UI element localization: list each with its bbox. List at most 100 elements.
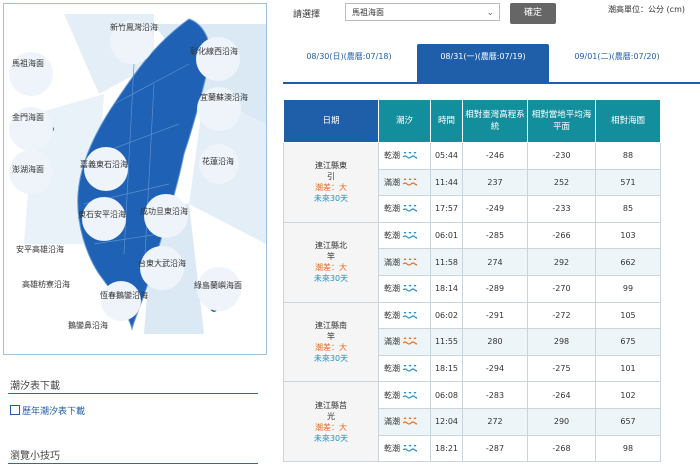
map-region-penghu[interactable]: 澎湖海面 <box>12 164 44 176</box>
map-region-pingtung[interactable]: 高雄枋寮沿海 <box>22 279 70 291</box>
chart-datum-height: 88 <box>595 142 661 170</box>
tide-table-body: 連江縣東引 潮差：大 未來30天 乾潮 05:44 -246 -230 88 滿潮 11:44 23… <box>283 142 661 463</box>
history-download-link[interactable]: 歷年潮汐表下載 <box>10 404 85 417</box>
map-region-changhua[interactable]: 彰化線西沿海 <box>190 46 238 58</box>
tab-day-2[interactable]: 08/31(一)(農曆:07/19) <box>417 44 549 82</box>
local-msl-height: -264 <box>527 381 596 409</box>
map-region-hsinchu[interactable]: 新竹鳳灣沿海 <box>110 22 158 34</box>
local-msl-height: 298 <box>527 328 596 356</box>
tide-type-label: 乾潮 <box>384 231 400 241</box>
chart-datum-height: 99 <box>595 274 661 303</box>
left-panel: 新竹鳳灣沿海 彰化線西沿海 馬祖海面 金門海面 澎湖海面 宜蘭蘇澳沿海 花蓮沿海… <box>0 0 270 466</box>
map-region-kaohsiung[interactable]: 安平高雄沿海 <box>16 244 64 256</box>
map-region-taitung-north[interactable]: 成功旦東沿海 <box>140 206 188 218</box>
map-region-kinmen[interactable]: 金門海面 <box>12 112 44 124</box>
region-select-value: 馬祖海面 <box>352 8 384 17</box>
table-row: 連江縣莒光 潮差：大 未來30天 乾潮 06:08 -283 -264 102 <box>283 381 661 463</box>
high-tide-icon <box>403 417 417 425</box>
local-msl-height: -233 <box>527 195 596 223</box>
local-msl-height: 290 <box>527 407 596 436</box>
station-name[interactable]: 連江縣東引 <box>284 160 378 182</box>
station-name[interactable]: 連江縣北竿 <box>284 240 378 262</box>
twvd-height: -283 <box>462 381 528 409</box>
tide-type-cell: 乾潮 <box>378 221 431 250</box>
tide-type-cell: 滿潮 <box>378 407 431 436</box>
twvd-height: -246 <box>462 142 528 170</box>
forecast-30-days-link[interactable]: 未來30天 <box>284 193 378 204</box>
tide-type-cell: 乾潮 <box>378 354 431 383</box>
forecast-30-days-link[interactable]: 未來30天 <box>284 433 378 444</box>
tide-type-label: 乾潮 <box>384 151 400 161</box>
tide-time: 17:57 <box>430 195 463 223</box>
map-region-eluanbi[interactable]: 鵝鑾鼻沿海 <box>68 320 108 332</box>
history-download-label: 歷年潮汐表下載 <box>22 407 86 417</box>
chart-datum-height: 85 <box>595 195 661 223</box>
tide-type-label: 滿潮 <box>384 177 400 187</box>
select-label: 請選擇 <box>293 10 321 20</box>
map-region-matsu[interactable]: 馬祖海面 <box>12 58 44 70</box>
forecast-30-days-link[interactable]: 未來30天 <box>284 353 378 364</box>
twvd-height: -289 <box>462 274 528 303</box>
tabs-underline <box>283 82 700 84</box>
tide-type-label: 乾潮 <box>384 390 400 400</box>
map-region-green-island[interactable]: 綠島蘭嶼海面 <box>194 280 242 292</box>
station-name[interactable]: 連江縣南竿 <box>284 320 378 342</box>
twvd-height: -287 <box>462 434 528 463</box>
local-msl-height: -268 <box>527 434 596 463</box>
forecast-30-days-link[interactable]: 未來30天 <box>284 273 378 284</box>
station-location[interactable]: 連江縣北竿 <box>313 240 349 262</box>
twvd-height: 280 <box>462 328 528 356</box>
station-name[interactable]: 連江縣莒光 <box>284 400 378 422</box>
region-select[interactable]: 馬祖海面 ⌄ <box>345 3 500 21</box>
confirm-button[interactable]: 確定 <box>510 3 556 24</box>
low-tide-icon <box>403 391 417 399</box>
tab-day-3[interactable]: 09/01(二)(農曆:07/20) <box>551 44 683 82</box>
local-msl-height: -275 <box>527 354 596 383</box>
tide-type-label: 乾潮 <box>384 284 400 294</box>
table-row: 連江縣南竿 潮差：大 未來30天 乾潮 06:02 -291 -272 105 <box>283 301 661 383</box>
tide-type-cell: 滿潮 <box>378 248 431 276</box>
station-location[interactable]: 連江縣南竿 <box>313 320 349 342</box>
chart-datum-height: 675 <box>595 328 661 356</box>
chart-datum-height: 571 <box>595 168 661 197</box>
tide-type-cell: 滿潮 <box>378 168 431 197</box>
tide-type-cell: 乾潮 <box>378 142 431 170</box>
low-tide-icon <box>403 205 417 213</box>
chart-datum-height: 103 <box>595 221 661 250</box>
chart-datum-height: 657 <box>595 407 661 436</box>
local-msl-height: -230 <box>527 142 596 170</box>
tidal-range-label: 潮差：大 <box>315 183 347 193</box>
table-row: 連江縣東引 潮差：大 未來30天 乾潮 05:44 -246 -230 88 <box>283 142 661 223</box>
tide-type-label: 滿潮 <box>384 337 400 347</box>
station-location[interactable]: 連江縣東引 <box>313 160 349 182</box>
tide-panel: 請選擇 馬祖海面 ⌄ 確定 潮高單位：公分 (cm) 08/30(日)(農曆:0… <box>283 0 700 466</box>
tide-type-cell: 乾潮 <box>378 301 431 330</box>
high-tide-icon <box>403 257 417 266</box>
map-region-tainan[interactable]: 東石安平沿海 <box>78 209 126 221</box>
tips-title: 瀏覽小技巧 <box>10 451 60 462</box>
chart-datum-height: 105 <box>595 301 661 330</box>
tab-day-1[interactable]: 08/30(日)(農曆:07/18) <box>283 44 415 82</box>
tide-time: 06:08 <box>430 381 463 409</box>
table-header-row: 日期 潮汐 時間 相對臺灣高程系統 相對當地平均海平面 相對海圖 <box>283 99 661 143</box>
tide-time: 05:44 <box>430 142 463 170</box>
low-tide-icon <box>403 232 417 239</box>
local-msl-height: -266 <box>527 221 596 250</box>
twvd-height: -294 <box>462 354 528 383</box>
map-region-hengchun[interactable]: 恆春鵝鑾沿海 <box>100 290 148 302</box>
header-time: 時間 <box>430 99 463 143</box>
map-region-chiayi[interactable]: 嘉義東石沿海 <box>80 159 128 171</box>
tidal-range-label: 潮差：大 <box>315 342 347 352</box>
tide-time: 18:15 <box>430 354 463 383</box>
station-location[interactable]: 連江縣莒光 <box>313 400 349 422</box>
local-msl-height: -270 <box>527 274 596 303</box>
tide-time: 11:55 <box>430 328 463 356</box>
map-region-hualien[interactable]: 花蓮沿海 <box>202 156 234 168</box>
tide-time: 06:02 <box>430 301 463 330</box>
tide-type-label: 乾潮 <box>384 310 400 320</box>
tidal-range-label: 潮差：大 <box>315 263 347 273</box>
twvd-height: -249 <box>462 195 528 223</box>
map-region-yilan[interactable]: 宜蘭蘇澳沿海 <box>200 92 248 104</box>
map-region-taitung-south[interactable]: 台東大武沿海 <box>138 258 186 270</box>
high-tide-icon <box>403 337 417 346</box>
